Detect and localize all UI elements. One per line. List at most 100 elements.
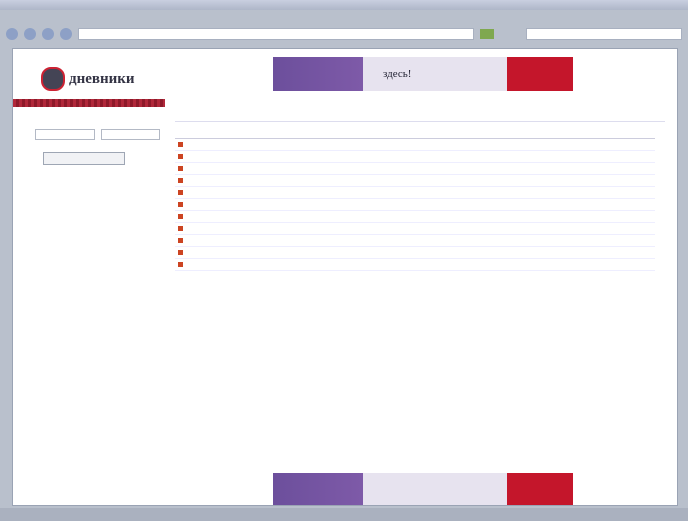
diary-icon (178, 226, 183, 231)
table-cell (490, 222, 573, 235)
diary-icon (178, 154, 183, 159)
table-cell (572, 198, 655, 211)
main-content (175, 105, 665, 281)
table-cell (490, 234, 573, 247)
diary-name-cell[interactable] (175, 198, 326, 211)
go-button[interactable] (480, 29, 494, 39)
table-cell (490, 138, 573, 151)
diary-name-cell[interactable] (175, 174, 326, 187)
diary-icon (178, 166, 183, 171)
table-cell (572, 258, 655, 271)
diary-icon (178, 142, 183, 147)
table-cell (490, 150, 573, 163)
back-icon[interactable] (6, 28, 18, 40)
table-row (175, 246, 655, 259)
menu-item-4[interactable] (47, 15, 49, 21)
table-cell (490, 210, 573, 223)
diary-link[interactable] (178, 142, 323, 147)
login-password-field[interactable] (100, 129, 160, 140)
ad-banner[interactable]: здесь! (273, 57, 573, 91)
diary-name-cell[interactable] (175, 234, 326, 247)
diary-name-cell[interactable] (175, 222, 326, 235)
table-row (175, 174, 655, 187)
diary-name-cell[interactable] (175, 138, 326, 151)
divider (175, 121, 665, 122)
table-cell (325, 162, 409, 175)
forward-icon[interactable] (24, 28, 36, 40)
banner-text: здесь! (383, 68, 412, 80)
table-cell (572, 174, 655, 187)
table-cell (408, 186, 491, 199)
table-cell (572, 138, 655, 151)
diary-name-cell[interactable] (175, 150, 326, 163)
bottom-ad-banner[interactable] (273, 473, 573, 505)
menu-item-1[interactable] (6, 15, 8, 21)
diary-icon (178, 238, 183, 243)
table-row (175, 258, 655, 271)
home-icon[interactable] (60, 28, 72, 40)
login-username-field[interactable] (35, 129, 95, 140)
diary-link[interactable] (178, 214, 323, 219)
diary-link[interactable] (178, 250, 323, 255)
status-bar (0, 508, 688, 521)
diary-link[interactable] (178, 262, 323, 267)
table-cell (325, 222, 409, 235)
table-row (175, 210, 655, 223)
table-cell (408, 138, 491, 151)
diary-icon (178, 202, 183, 207)
site-logo[interactable]: дневники (41, 67, 135, 91)
table-cell (572, 150, 655, 163)
table-cell (408, 198, 491, 211)
reload-icon[interactable] (42, 28, 54, 40)
table-row (175, 186, 655, 199)
sidebar (35, 129, 160, 181)
diary-name-cell[interactable] (175, 162, 326, 175)
diary-name-cell[interactable] (175, 210, 326, 223)
menu-item-6[interactable] (74, 15, 76, 21)
table-cell (325, 258, 409, 271)
table-cell (572, 246, 655, 259)
window-titlebar (0, 0, 688, 10)
table-cell (325, 138, 409, 151)
table-cell (572, 210, 655, 223)
menu-item-3[interactable] (33, 15, 35, 21)
table-cell (572, 222, 655, 235)
table-cell (325, 210, 409, 223)
diary-link[interactable] (178, 190, 323, 195)
diary-link[interactable] (178, 166, 323, 171)
table-cell (572, 162, 655, 175)
diary-name-cell[interactable] (175, 258, 326, 271)
diary-icon (178, 190, 183, 195)
address-bar[interactable] (78, 28, 474, 40)
table-cell (408, 162, 491, 175)
diary-link[interactable] (178, 202, 323, 207)
table-row (175, 138, 655, 151)
table-cell (490, 174, 573, 187)
table-row (175, 162, 655, 175)
table-cell (490, 258, 573, 271)
diary-link[interactable] (178, 226, 323, 231)
table-cell (325, 150, 409, 163)
table-row (175, 150, 655, 163)
diary-icon (178, 214, 183, 219)
diary-link[interactable] (178, 238, 323, 243)
menu-bar (6, 12, 682, 24)
table-cell (408, 234, 491, 247)
diary-link[interactable] (178, 154, 323, 159)
login-button[interactable] (43, 152, 125, 165)
table-cell (325, 198, 409, 211)
diary-icon (178, 262, 183, 267)
diary-link[interactable] (178, 178, 323, 183)
decorative-strip (13, 99, 165, 107)
menu-item-2[interactable] (20, 15, 22, 21)
search-input[interactable] (526, 28, 682, 40)
browser-toolbar (6, 26, 682, 42)
menu-item-5[interactable] (61, 15, 63, 21)
table-cell (572, 186, 655, 199)
table-row (175, 198, 655, 211)
table-cell (325, 246, 409, 259)
table-cell (490, 186, 573, 199)
table-cell (490, 162, 573, 175)
diary-name-cell[interactable] (175, 186, 326, 199)
diary-name-cell[interactable] (175, 246, 326, 259)
